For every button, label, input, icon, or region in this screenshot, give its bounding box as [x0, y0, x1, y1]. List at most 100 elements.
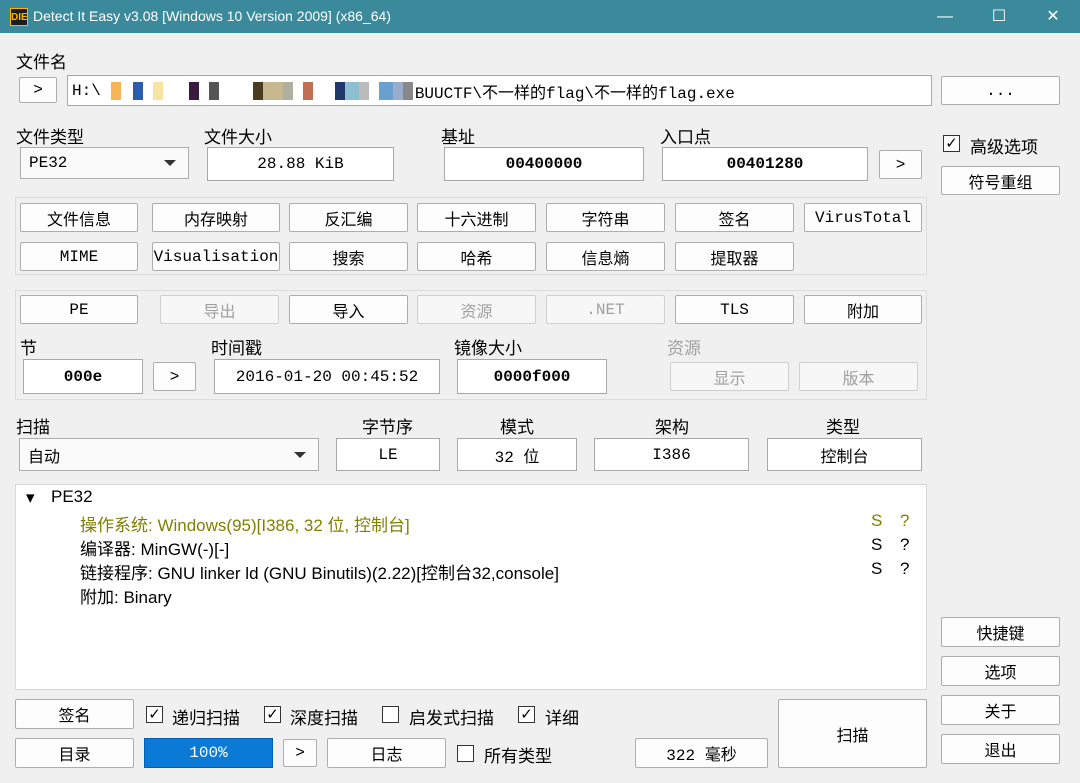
arch-field: I386	[594, 438, 749, 471]
section-count-field[interactable]: 000e	[23, 359, 143, 394]
file-nav-button[interactable]: >	[19, 77, 57, 103]
resources-button[interactable]: 资源	[417, 295, 536, 324]
chevron-down-icon	[164, 160, 176, 166]
base-address-field[interactable]: 00400000	[444, 147, 644, 181]
scan-label: 扫描	[16, 418, 50, 437]
tree-item-compiler[interactable]: 编译器: MinGW(-)[-]	[80, 535, 229, 560]
file-size-field: 28.88 KiB	[207, 147, 394, 181]
bits-field: 32 位	[457, 438, 577, 471]
file-name-label: 文件名	[16, 53, 67, 72]
deep-scan-label: 深度扫描	[290, 709, 358, 728]
signature-flag[interactable]: S	[871, 511, 882, 531]
tree-item-os[interactable]: 操作系统: Windows(95)[I386, 32 位, 控制台]	[80, 511, 410, 536]
mime-button[interactable]: MIME	[20, 242, 138, 271]
close-button[interactable]: ✕	[1026, 0, 1080, 33]
endian-label: 字节序	[362, 418, 413, 437]
progress-nav-button[interactable]: >	[283, 739, 317, 767]
verbose-checkbox[interactable]: ✓	[518, 706, 535, 723]
file-path-prefix: H:\	[72, 81, 101, 100]
import-button[interactable]: 导入	[289, 295, 408, 324]
all-types-label: 所有类型	[484, 747, 552, 766]
show-button[interactable]: 显示	[670, 362, 789, 391]
version-button[interactable]: 版本	[799, 362, 918, 391]
hex-button[interactable]: 十六进制	[417, 203, 536, 232]
timestamp-field: 2016-01-20 00:45:52	[214, 359, 440, 394]
hash-button[interactable]: 哈希	[417, 242, 536, 271]
search-button[interactable]: 搜索	[289, 242, 408, 271]
recursive-scan-label: 递归扫描	[172, 709, 240, 728]
redacted-path	[102, 81, 413, 100]
file-type-value: PE32	[29, 154, 68, 172]
file-size-label: 文件大小	[204, 128, 272, 147]
window-title: Detect It Easy v3.08 [Windows 10 Version…	[33, 8, 391, 24]
file-type-select[interactable]: PE32	[20, 147, 189, 179]
entry-point-nav-button[interactable]: >	[879, 150, 922, 179]
resource-label: 资源	[667, 339, 701, 358]
app-icon: DIE	[10, 8, 28, 26]
virustotal-button[interactable]: VirusTotal	[804, 203, 922, 232]
timestamp-label: 时间戳	[211, 339, 262, 358]
info-flag[interactable]: ?	[900, 511, 909, 531]
signatures-button[interactable]: 签名	[15, 699, 134, 729]
visualisation-button[interactable]: Visualisation	[152, 242, 280, 271]
file-type-label: 文件类型	[16, 128, 84, 147]
advanced-options-checkbox[interactable]: ✓	[943, 135, 960, 152]
endian-field: LE	[336, 438, 440, 471]
results-tree[interactable]: ▾ PE32 操作系统: Windows(95)[I386, 32 位, 控制台…	[15, 484, 927, 690]
heuristic-scan-label: 启发式扫描	[409, 709, 494, 728]
image-size-field[interactable]: 0000f000	[457, 359, 607, 394]
tree-expand-icon[interactable]: ▾	[26, 488, 35, 508]
options-button[interactable]: 选项	[941, 656, 1060, 686]
section-nav-button[interactable]: >	[153, 362, 196, 391]
title-bar: DIE Detect It Easy v3.08 [Windows 10 Ver…	[0, 0, 1080, 33]
browse-button[interactable]: ...	[941, 76, 1060, 105]
extractor-button[interactable]: 提取器	[675, 242, 794, 271]
chevron-down-icon	[294, 451, 306, 458]
memory-map-button[interactable]: 内存映射	[152, 203, 280, 232]
directory-button[interactable]: 目录	[15, 738, 134, 768]
demangle-button[interactable]: 符号重组	[941, 166, 1060, 195]
type-field: 控制台	[767, 438, 922, 471]
type-label: 类型	[826, 418, 860, 437]
signature-flag[interactable]: S	[871, 535, 882, 555]
exit-button[interactable]: 退出	[941, 734, 1060, 764]
file-info-button[interactable]: 文件信息	[20, 203, 138, 232]
image-size-label: 镜像大小	[454, 339, 522, 358]
export-button[interactable]: 导出	[160, 295, 279, 324]
section-label: 节	[20, 339, 37, 358]
tree-root[interactable]: PE32	[51, 487, 93, 507]
scan-mode-value: 自动	[28, 448, 61, 466]
verbose-label: 详细	[545, 709, 579, 728]
dotnet-button[interactable]: .NET	[546, 295, 665, 324]
arch-label: 架构	[655, 418, 689, 437]
maximize-button[interactable]: ☐	[972, 0, 1026, 33]
tls-button[interactable]: TLS	[675, 295, 794, 324]
overlay-button[interactable]: 附加	[804, 295, 922, 324]
signature-tool-button[interactable]: 签名	[675, 203, 794, 232]
all-types-checkbox[interactable]	[457, 745, 474, 762]
entropy-button[interactable]: 信息熵	[546, 242, 665, 271]
shortcuts-button[interactable]: 快捷键	[941, 617, 1060, 647]
info-flag[interactable]: ?	[900, 559, 909, 579]
signature-flag[interactable]: S	[871, 559, 882, 579]
minimize-button[interactable]: —	[918, 0, 972, 33]
scan-button[interactable]: 扫描	[778, 699, 927, 768]
scan-progress-bar: 100%	[144, 738, 273, 768]
info-flag[interactable]: ?	[900, 535, 909, 555]
pe-button[interactable]: PE	[20, 295, 138, 324]
entry-point-field[interactable]: 00401280	[662, 147, 868, 181]
elapsed-time: 322 毫秒	[635, 738, 768, 768]
scan-mode-select[interactable]: 自动	[19, 438, 319, 471]
disassembly-button[interactable]: 反汇编	[289, 203, 408, 232]
deep-scan-checkbox[interactable]: ✓	[264, 706, 281, 723]
advanced-options-label: 高级选项	[970, 138, 1038, 157]
tree-item-linker[interactable]: 链接程序: GNU linker ld (GNU Binutils)(2.22)…	[80, 559, 559, 584]
file-path-field[interactable]: H:\ BUUCTF\不一样的flag\不一样的flag.exe	[67, 75, 932, 106]
log-button[interactable]: 日志	[327, 738, 446, 768]
entry-point-label: 入口点	[660, 128, 711, 147]
heuristic-scan-checkbox[interactable]	[382, 706, 399, 723]
recursive-scan-checkbox[interactable]: ✓	[146, 706, 163, 723]
about-button[interactable]: 关于	[941, 695, 1060, 725]
strings-button[interactable]: 字符串	[546, 203, 665, 232]
tree-item-overlay[interactable]: 附加: Binary	[80, 583, 172, 608]
